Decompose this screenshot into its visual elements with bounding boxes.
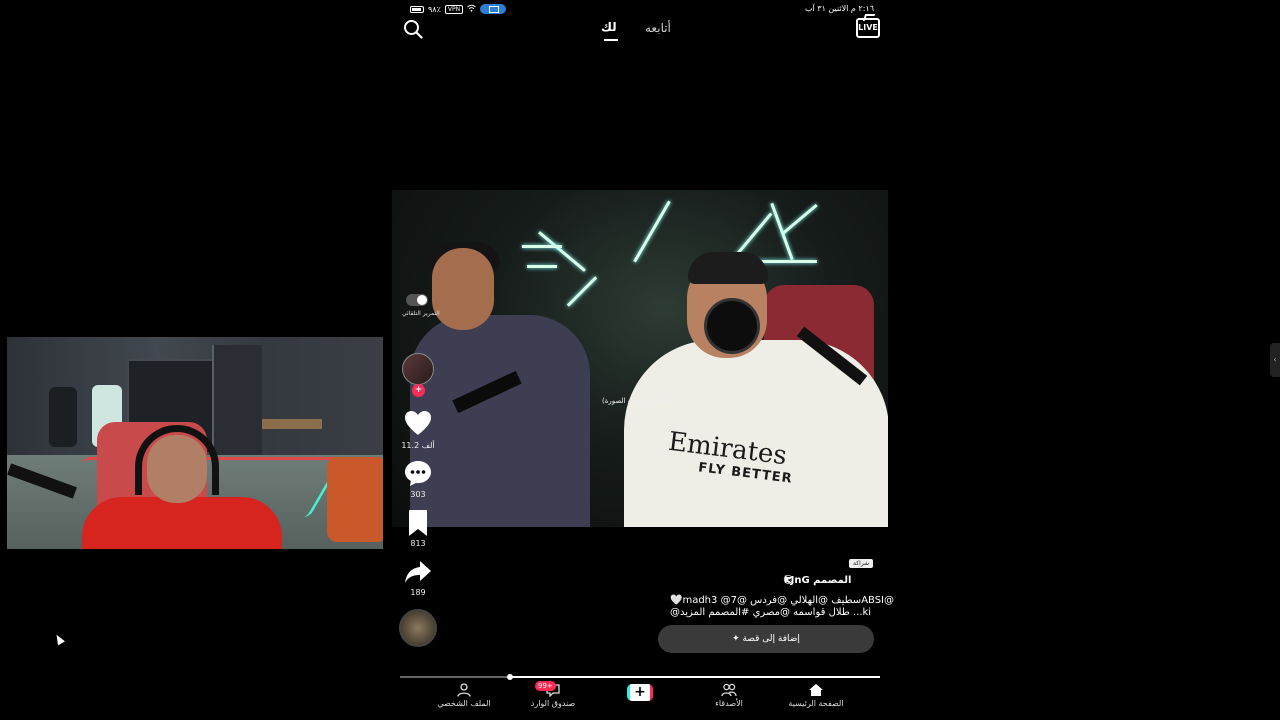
bookmark-icon[interactable] <box>403 508 433 538</box>
friends-icon <box>721 683 737 697</box>
nav-friends-label: الأصدقاء <box>715 699 743 708</box>
caption-line-2[interactable]: @طلال قواسمه @مصري #المصمم المزيد ...ki <box>670 607 871 618</box>
create-post-button[interactable] <box>627 684 653 701</box>
autoscroll-toggle[interactable] <box>406 294 428 306</box>
video-player[interactable]: Emirates FLY BETTER <box>392 190 888 527</box>
sponsor-tag: شراكة <box>849 559 874 568</box>
video-progress-fill <box>510 676 880 678</box>
profile-icon <box>457 683 471 697</box>
bookmark-count: 813 <box>410 539 426 548</box>
video-progress-knob[interactable] <box>507 674 514 680</box>
author-emoji: 😎 <box>783 575 794 586</box>
screen: ٩٨٪ VPN ٢:١٦ م الاثنين ٣١ آب LIVE أتابعه… <box>0 0 1280 720</box>
tab-for-you[interactable]: لك <box>601 20 618 41</box>
tab-following[interactable]: أتابعه <box>645 21 671 35</box>
side-panel-handle[interactable]: ‹ <box>1270 343 1280 377</box>
nav-profile-label: الملف الشخصي <box>437 699 491 708</box>
search-icon[interactable] <box>403 19 423 39</box>
screen-cast-icon <box>480 4 507 14</box>
follow-button[interactable]: + <box>412 384 425 397</box>
inbox-badge: 99+ <box>535 681 556 691</box>
caption-line-1[interactable]: 🤍madhسطيف @الهلالي @فردس @7@ 3ABSI@ <box>670 595 894 606</box>
nav-home[interactable]: الصفحة الرئيسية <box>785 683 847 708</box>
nav-home-label: الصفحة الرئيسية <box>788 699 844 708</box>
music-disc[interactable] <box>399 609 437 647</box>
home-icon <box>809 684 823 696</box>
nav-friends[interactable]: الأصدقاء <box>707 683 751 708</box>
status-bar: ٩٨٪ VPN ٢:١٦ م الاثنين ٣١ آب <box>400 4 880 16</box>
like-count: 11.2 ألف <box>401 441 435 450</box>
add-to-story-button[interactable]: ✦ إضافة إلى قصة <box>658 625 874 653</box>
comment-icon[interactable] <box>403 458 433 488</box>
battery-icon <box>410 5 424 13</box>
author-name[interactable]: المصمم kJnG <box>784 575 851 586</box>
mouse-cursor-icon <box>53 632 65 646</box>
nav-profile[interactable]: الملف الشخصي <box>436 683 492 708</box>
creator-avatar[interactable] <box>402 353 434 385</box>
share-count: 189 <box>410 588 426 597</box>
photo-hint-label[interactable]: (ليست من هذه الصورة) <box>602 397 672 405</box>
video-progress-bar[interactable] <box>400 674 880 680</box>
nav-inbox-label: صندوق الوارد <box>530 699 576 708</box>
streamer-webcam <box>7 337 383 549</box>
vpn-badge: VPN <box>444 4 464 14</box>
autoscroll-label: التمرير التلقائي <box>402 310 440 317</box>
comment-count: 303 <box>410 490 426 499</box>
battery-percent: ٩٨٪ <box>428 4 441 14</box>
status-datetime: ٢:١٦ م الاثنين ٣١ آب <box>805 4 874 13</box>
wifi-icon <box>467 4 476 14</box>
like-icon[interactable] <box>403 408 433 438</box>
live-icon[interactable]: LIVE <box>856 18 880 38</box>
share-icon[interactable] <box>403 557 433 587</box>
